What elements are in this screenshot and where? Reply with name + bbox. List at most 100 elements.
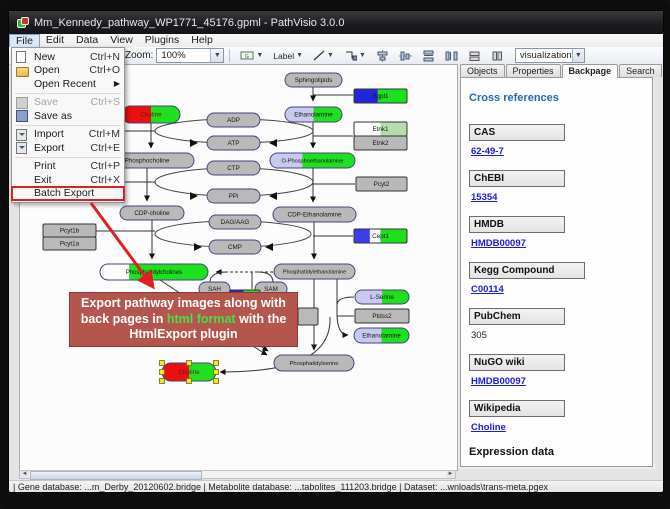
- node-pcyt2[interactable]: Pcyt2: [356, 177, 407, 191]
- common-height-button[interactable]: [487, 47, 508, 64]
- shortcut-label: Ctrl+P: [91, 160, 120, 172]
- common-width-button[interactable]: [464, 47, 485, 64]
- shortcut-label: Ctrl+S: [91, 96, 120, 108]
- menu-plugins[interactable]: Plugins: [139, 34, 185, 47]
- node-ethanolamine-bottom[interactable]: Ethanolamine: [354, 328, 409, 343]
- menu-file[interactable]: File: [9, 34, 40, 47]
- title-bar[interactable]: Mm_Kennedy_pathway_WP1771_45176.gpml - P…: [9, 11, 663, 34]
- node-atp[interactable]: ATP: [207, 136, 260, 150]
- menu-help[interactable]: Help: [185, 34, 219, 47]
- horizontal-scrollbar[interactable]: ◄ ►: [19, 470, 456, 479]
- node-l-serine[interactable]: L-Serine: [355, 290, 409, 304]
- xref-section-cas: CAS 62-49-7: [469, 124, 644, 157]
- node-cmp[interactable]: CMP: [209, 240, 261, 254]
- node-ethanolamine-top[interactable]: Ethanolamine: [285, 107, 342, 122]
- tab-objects[interactable]: Objects: [460, 64, 505, 77]
- node-phosphatidylserine[interactable]: Phosphatidylserine: [274, 355, 354, 371]
- node-cept1[interactable]: Cept1: [354, 229, 407, 243]
- tab-properties[interactable]: Properties: [506, 64, 561, 77]
- selection-handle[interactable]: [214, 370, 219, 375]
- connector-dropdown-button[interactable]: ▼: [340, 47, 370, 64]
- file-menu-item-open[interactable]: OpenCtrl+O: [12, 64, 124, 78]
- node-pcyt1b[interactable]: Pcyt1b: [43, 224, 96, 237]
- node-label: ADP: [227, 117, 240, 124]
- node-label: Etnk1: [372, 126, 389, 133]
- align-vertical-center-button[interactable]: [395, 47, 416, 64]
- label-dropdown-button[interactable]: Label ▼: [269, 47, 307, 64]
- node-label: Cept1: [372, 233, 389, 240]
- tab-legend[interactable]: Legend: [663, 64, 664, 77]
- distribute-horizontal-button[interactable]: [441, 47, 462, 64]
- scroll-left-icon[interactable]: ◄: [20, 471, 29, 478]
- file-menu-item-new[interactable]: NewCtrl+N: [12, 50, 124, 64]
- file-menu-item-label: Exit: [34, 174, 85, 186]
- shortcut-label: Ctrl+M: [89, 128, 120, 140]
- xref-section-pubchem: PubChem305: [469, 308, 644, 341]
- line-dropdown-button[interactable]: ▼: [309, 47, 338, 64]
- node-sgpl1[interactable]: Sgpl1: [354, 89, 407, 103]
- node-cdp-ethanolamine[interactable]: CDP-Ethanolamine: [273, 207, 356, 222]
- file-menu-item-open-recent[interactable]: Open Recent▶: [12, 77, 124, 91]
- xref-link[interactable]: 15354: [471, 192, 644, 203]
- line-dropdown-icon: [313, 50, 325, 61]
- xref-link[interactable]: HMDB00097: [471, 238, 644, 249]
- selection-handle[interactable]: [187, 361, 192, 366]
- tab-search[interactable]: Search: [619, 64, 662, 77]
- menu-data[interactable]: Data: [70, 34, 104, 47]
- datanode-dropdown-button[interactable]: G ▼: [236, 47, 267, 64]
- xref-link[interactable]: C00114: [471, 284, 644, 295]
- node-cdp-choline[interactable]: CDP-choline: [120, 206, 184, 220]
- align-horizontal-center-icon: [376, 50, 389, 62]
- scroll-right-icon[interactable]: ►: [446, 471, 455, 478]
- node-ppi[interactable]: PPi: [207, 189, 260, 203]
- align-horizontal-center-button[interactable]: [372, 47, 393, 64]
- node-etnk1[interactable]: Etnk1: [354, 122, 407, 136]
- app-icon: [17, 17, 28, 28]
- selection-handle[interactable]: [160, 379, 165, 384]
- tab-backpage[interactable]: Backpage: [562, 64, 619, 78]
- node-choline-top[interactable]: Choline: [122, 106, 180, 123]
- selection-handle[interactable]: [160, 370, 165, 375]
- node-ptdss2[interactable]: Ptdss2: [355, 309, 409, 323]
- menu-view[interactable]: View: [104, 34, 139, 47]
- node-gene-fragment-2[interactable]: [298, 308, 318, 325]
- xref-section-header: HMDB: [469, 216, 565, 233]
- file-menu-item-batch-export[interactable]: Batch Export: [12, 187, 124, 201]
- xref-section-header: CAS: [469, 124, 565, 141]
- node-etnk2[interactable]: Etnk2: [354, 136, 407, 150]
- selection-handle[interactable]: [160, 361, 165, 366]
- dropdown-arrow-icon[interactable]: ▼: [210, 49, 223, 62]
- node-label: Etnk2: [372, 140, 389, 147]
- file-menu-item-exit[interactable]: ExitCtrl+X: [12, 173, 124, 187]
- dropdown-arrow-icon[interactable]: ▼: [572, 49, 584, 62]
- node-adp[interactable]: ADP: [207, 113, 260, 127]
- node-ctp[interactable]: CTP: [207, 161, 260, 175]
- xref-link[interactable]: HMDB00097: [471, 376, 644, 387]
- xref-link[interactable]: Choline: [471, 422, 644, 433]
- distribute-vertical-button[interactable]: [418, 47, 439, 64]
- node-label: Phosphatidylserine: [290, 361, 339, 367]
- scrollbar-thumb[interactable]: [30, 471, 202, 480]
- zoom-combobox[interactable]: 100% ▼: [156, 48, 224, 63]
- node-o-phosphoethanolamine[interactable]: O-Phosphoethanolamine: [270, 153, 355, 168]
- backpage-panel[interactable]: Cross references CAS62-49-7ChEBI15354HMD…: [460, 77, 653, 467]
- file-menu-item-print[interactable]: PrintCtrl+P: [12, 160, 124, 174]
- node-pcyt1a[interactable]: Pcyt1a: [43, 237, 96, 250]
- node-dag-aag[interactable]: DAG/AAG: [209, 215, 261, 229]
- node-choline-selected[interactable]: Choline: [160, 361, 219, 384]
- menu-edit[interactable]: Edit: [40, 34, 70, 47]
- selection-handle[interactable]: [187, 379, 192, 384]
- xref-section-header: ChEBI: [469, 170, 565, 187]
- node-sphingolipids[interactable]: Sphingolipids: [285, 73, 342, 87]
- node-phosphatidylcholines[interactable]: Phosphatidylcholines: [100, 264, 208, 280]
- selection-handle[interactable]: [214, 361, 219, 366]
- file-menu-item-export[interactable]: ExportCtrl+E: [12, 141, 124, 155]
- node-label: CMP: [228, 244, 242, 251]
- xref-link[interactable]: 62-49-7: [471, 146, 644, 157]
- file-menu-item-save[interactable]: SaveCtrl+S: [12, 96, 124, 110]
- node-phosphatidylethanolamine[interactable]: Phosphatidylethanolamine: [274, 264, 355, 279]
- file-menu-item-save-as[interactable]: Save as: [12, 109, 124, 123]
- visualization-combobox[interactable]: visualization ▼: [515, 48, 585, 63]
- selection-handle[interactable]: [214, 379, 219, 384]
- file-menu-item-import[interactable]: ImportCtrl+M: [12, 128, 124, 142]
